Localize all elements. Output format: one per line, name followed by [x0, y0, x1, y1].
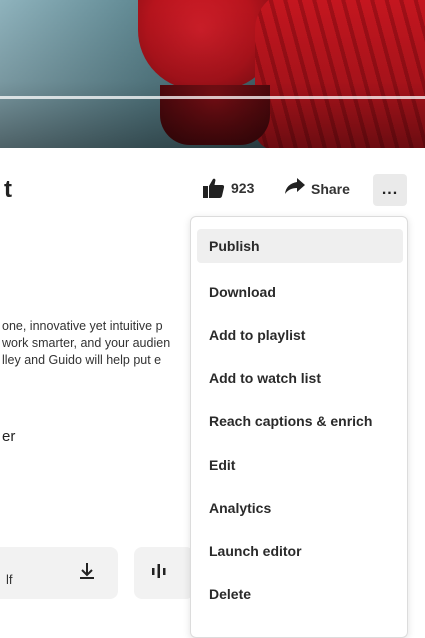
like-count: 923	[231, 180, 255, 196]
video-player[interactable]	[0, 0, 425, 148]
more-actions-button[interactable]: ...	[373, 174, 407, 206]
description-line: one, innovative yet intuitive p	[2, 319, 163, 333]
more-dots-icon: ...	[381, 181, 399, 198]
menu-item-delete[interactable]: Delete	[197, 577, 403, 611]
share-arrow-icon	[285, 178, 305, 199]
share-label: Share	[311, 180, 350, 197]
description-fragment: er	[2, 428, 16, 445]
video-progress-bar[interactable]	[0, 96, 425, 99]
menu-item-reach-captions[interactable]: Reach captions & enrich	[197, 404, 403, 438]
menu-item-analytics[interactable]: Analytics	[197, 491, 403, 525]
menu-item-add-to-watch-list[interactable]: Add to watch list	[197, 361, 403, 395]
like-button[interactable]: 923	[203, 178, 254, 198]
menu-item-download[interactable]: Download	[197, 275, 403, 309]
page-title: t	[4, 176, 12, 203]
download-icon[interactable]	[78, 562, 96, 585]
more-actions-menu: Publish Download Add to playlist Add to …	[190, 216, 408, 638]
video-overlay	[0, 0, 425, 148]
description-text: one, innovative yet intuitive p work sma…	[2, 318, 202, 369]
download-card[interactable]	[0, 547, 118, 599]
share-button[interactable]: Share	[285, 178, 350, 199]
description-line: lley and Guido will help put e	[2, 353, 162, 367]
description-line: work smarter, and your audien	[2, 336, 171, 350]
menu-item-edit[interactable]: Edit	[197, 448, 403, 482]
audio-waveform-icon	[151, 563, 167, 584]
thumbs-up-icon	[203, 178, 225, 198]
menu-item-launch-editor[interactable]: Launch editor	[197, 534, 403, 568]
menu-item-publish[interactable]: Publish	[197, 229, 403, 263]
download-card-label: lf	[6, 572, 13, 587]
menu-item-add-to-playlist[interactable]: Add to playlist	[197, 318, 403, 352]
